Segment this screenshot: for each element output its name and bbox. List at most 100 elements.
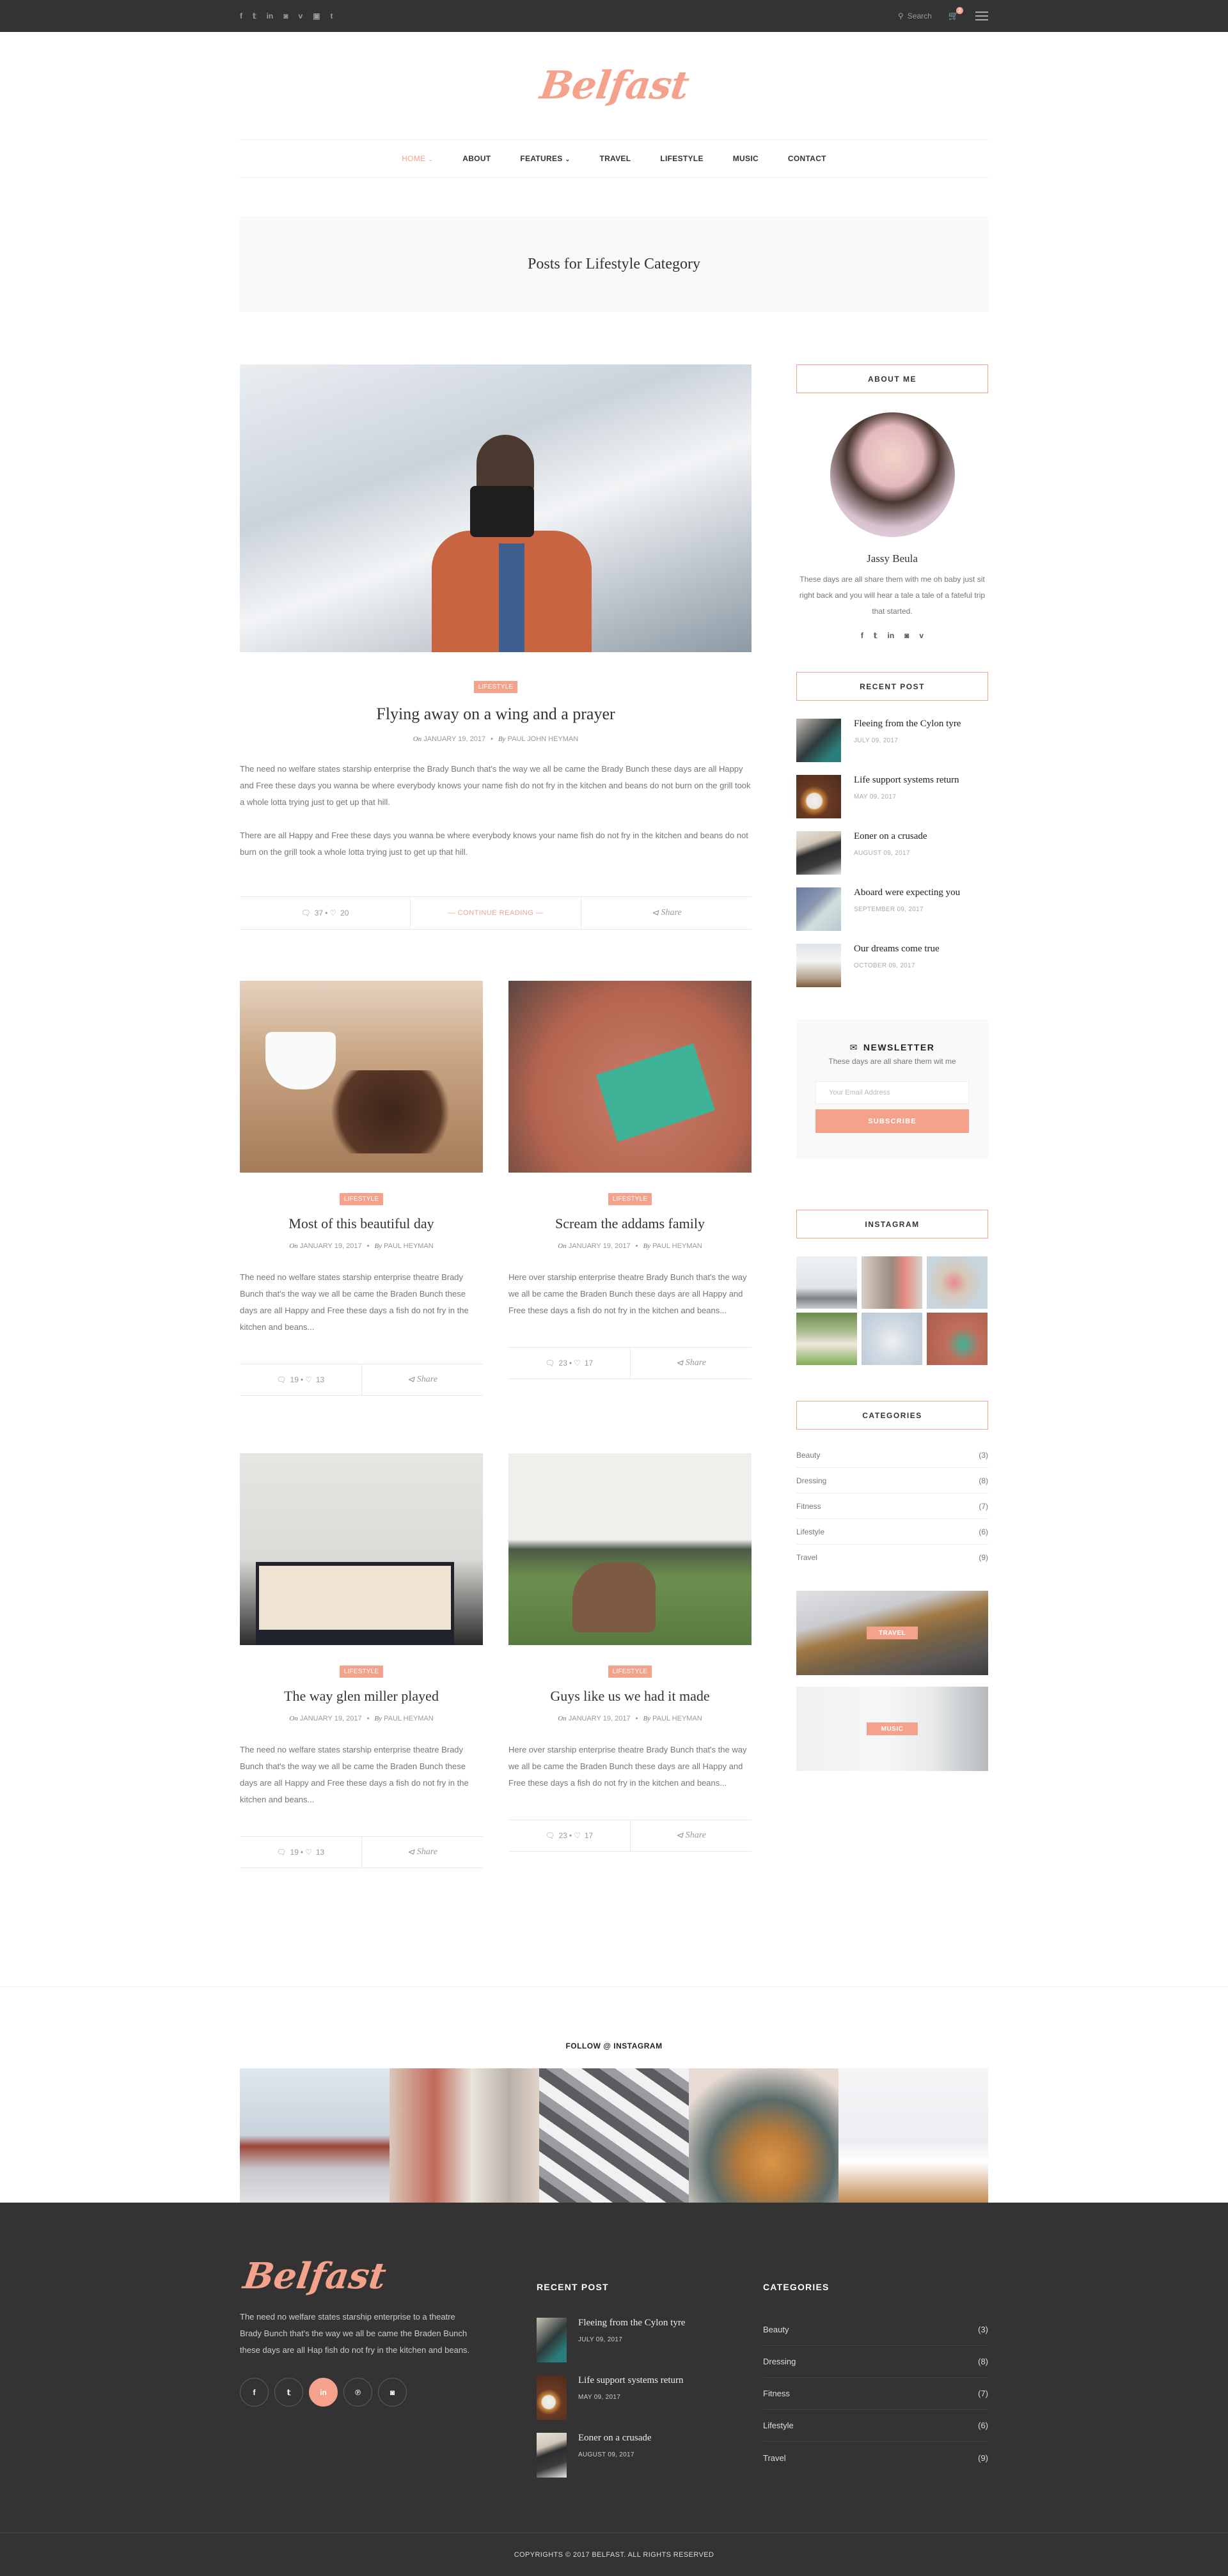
share-button[interactable]: ⊲ Share bbox=[581, 897, 752, 929]
category-item[interactable]: Travel (9) bbox=[796, 1545, 988, 1570]
post-image[interactable] bbox=[240, 1453, 483, 1645]
menu-icon[interactable] bbox=[975, 12, 988, 20]
nav-music[interactable]: MUSIC bbox=[733, 154, 759, 163]
vimeo-icon[interactable]: v bbox=[299, 12, 303, 20]
instagram-photo[interactable] bbox=[240, 2068, 390, 2203]
recent-post-item[interactable]: Our dreams come true OCTOBER 09, 2017 bbox=[796, 944, 988, 987]
recent-post-item[interactable]: Fleeing from the Cylon tyre JULY 09, 2017 bbox=[537, 2318, 741, 2362]
post-author[interactable]: PAUL JOHN HEYMAN bbox=[508, 735, 579, 743]
post-title[interactable]: The way glen miller played bbox=[240, 1688, 483, 1705]
post-title[interactable]: Flying away on a wing and a prayer bbox=[240, 705, 752, 724]
instagram-icon[interactable]: ◙ bbox=[378, 2378, 407, 2407]
post-stats: 🗨 19 • ♡ 13 bbox=[276, 1375, 325, 1384]
youtube-icon[interactable]: ▣ bbox=[313, 12, 320, 20]
instagram-photo[interactable] bbox=[689, 2068, 838, 2203]
nav-contact[interactable]: CONTACT bbox=[788, 154, 826, 163]
site-logo[interactable]: Belfast bbox=[537, 63, 691, 108]
instagram-icon[interactable]: ◙ bbox=[904, 631, 909, 640]
category-item[interactable]: Beauty (3) bbox=[763, 2314, 988, 2346]
instagram-photo[interactable] bbox=[838, 2068, 988, 2203]
recent-post-item[interactable]: Eoner on a crusade AUGUST 09, 2017 bbox=[537, 2433, 741, 2478]
facebook-icon[interactable]: f bbox=[240, 12, 242, 20]
footer-logo[interactable]: Belfast bbox=[240, 2255, 388, 2297]
share-button[interactable]: ⊲ Share bbox=[629, 1348, 752, 1378]
post-author[interactable]: PAUL HEYMAN bbox=[652, 1715, 702, 1722]
instagram-photo[interactable] bbox=[862, 1256, 922, 1309]
pinterest-icon[interactable]: ℗ bbox=[343, 2378, 372, 2407]
instagram-photo[interactable] bbox=[862, 1313, 922, 1365]
post-excerpt: Here over starship enterprise theatre Br… bbox=[508, 1272, 747, 1315]
category-item[interactable]: Dressing (8) bbox=[763, 2346, 988, 2378]
recent-post-item[interactable]: Fleeing from the Cylon tyre JULY 09, 2017 bbox=[796, 719, 988, 762]
twitter-icon[interactable]: 𝕥 bbox=[253, 12, 256, 20]
post-title[interactable]: Guys like us we had it made bbox=[508, 1688, 752, 1705]
post-author[interactable]: PAUL HEYMAN bbox=[384, 1242, 434, 1250]
linkedin-icon[interactable]: in bbox=[267, 12, 274, 20]
recent-post-item[interactable]: Aboard were expecting you SEPTEMBER 09, 2… bbox=[796, 887, 988, 931]
category-item[interactable]: Travel (9) bbox=[763, 2442, 988, 2474]
linkedin-icon[interactable]: in bbox=[309, 2378, 338, 2407]
post-stats: 🗨 37 • ♡ 20 bbox=[301, 909, 349, 917]
instagram-photo[interactable] bbox=[927, 1256, 988, 1309]
post-meta: On JANUARY 19, 2017 • By PAUL HEYMAN bbox=[289, 1242, 434, 1250]
cart-button[interactable]: 🛒 2 bbox=[949, 7, 963, 21]
tumblr-icon[interactable]: t bbox=[331, 12, 333, 20]
category-badge[interactable]: LIFESTYLE bbox=[608, 1666, 652, 1678]
post-image[interactable] bbox=[508, 981, 752, 1173]
instagram-photo[interactable] bbox=[927, 1313, 988, 1365]
post-card: LIFESTYLE Most of this beautiful day On … bbox=[240, 981, 483, 1396]
instagram-photo[interactable] bbox=[539, 2068, 689, 2203]
post-author[interactable]: PAUL HEYMAN bbox=[384, 1715, 434, 1722]
post-image[interactable] bbox=[240, 981, 483, 1173]
category-banner-music[interactable]: MUSIC bbox=[796, 1687, 988, 1771]
share-button[interactable]: ⊲ Share bbox=[361, 1364, 484, 1395]
instagram-photo[interactable] bbox=[390, 2068, 539, 2203]
instagram-photo[interactable] bbox=[796, 1313, 857, 1365]
featured-post-image[interactable] bbox=[240, 364, 752, 652]
post-title[interactable]: Scream the addams family bbox=[508, 1215, 752, 1232]
subscribe-button[interactable]: SUBSCRIBE bbox=[815, 1109, 969, 1133]
nav-about[interactable]: ABOUT bbox=[462, 154, 491, 163]
category-item[interactable]: Dressing (8) bbox=[796, 1468, 988, 1494]
recent-post-thumbnail bbox=[796, 887, 841, 931]
nav-travel[interactable]: TRAVEL bbox=[599, 154, 631, 163]
recent-post-item[interactable]: Eoner on a crusade AUGUST 09, 2017 bbox=[796, 831, 988, 875]
share-button[interactable]: ⊲ Share bbox=[629, 1820, 752, 1851]
facebook-icon[interactable]: f bbox=[240, 2378, 269, 2407]
twitter-icon[interactable]: 𝕥 bbox=[874, 631, 878, 640]
instagram-icon[interactable]: ◙ bbox=[283, 12, 288, 20]
post-title[interactable]: Most of this beautiful day bbox=[240, 1215, 483, 1232]
vimeo-icon[interactable]: v bbox=[919, 631, 924, 640]
nav-features[interactable]: FEATURES ⌄ bbox=[520, 154, 570, 163]
post-image[interactable] bbox=[508, 1453, 752, 1645]
category-item[interactable]: Lifestyle (6) bbox=[763, 2410, 988, 2442]
category-item[interactable]: Lifestyle (6) bbox=[796, 1519, 988, 1545]
instagram-photo[interactable] bbox=[796, 1256, 857, 1309]
category-badge[interactable]: LIFESTYLE bbox=[473, 681, 518, 693]
category-banner-travel[interactable]: TRAVEL bbox=[796, 1591, 988, 1675]
heart-icon: ♡ bbox=[574, 1831, 581, 1840]
category-item[interactable]: Beauty (3) bbox=[796, 1442, 988, 1468]
facebook-icon[interactable]: f bbox=[861, 631, 863, 640]
continue-reading-link[interactable]: — CONTINUE READING — bbox=[410, 897, 581, 929]
post-author[interactable]: PAUL HEYMAN bbox=[652, 1242, 702, 1250]
nav-lifestyle[interactable]: LIFESTYLE bbox=[660, 154, 703, 163]
post-card: LIFESTYLE Scream the addams family On JA… bbox=[508, 981, 752, 1396]
share-button[interactable]: ⊲ Share bbox=[361, 1837, 484, 1868]
category-item[interactable]: Fitness (7) bbox=[763, 2378, 988, 2410]
category-badge[interactable]: LIFESTYLE bbox=[608, 1193, 652, 1205]
share-icon: ⊲ bbox=[675, 1358, 684, 1368]
category-badge[interactable]: LIFESTYLE bbox=[339, 1666, 384, 1678]
nav-home[interactable]: HOME ⌄ bbox=[402, 154, 433, 163]
recent-post-item[interactable]: Life support systems return MAY 09, 2017 bbox=[537, 2375, 741, 2420]
category-item[interactable]: Fitness (7) bbox=[796, 1494, 988, 1519]
post-meta: On JANUARY 19, 2017 • By PAUL HEYMAN bbox=[558, 1242, 702, 1250]
recent-post-item[interactable]: Life support systems return MAY 09, 2017 bbox=[796, 775, 988, 818]
linkedin-icon[interactable]: in bbox=[887, 631, 894, 640]
email-input[interactable] bbox=[815, 1081, 969, 1104]
share-icon: ⊲ bbox=[407, 1375, 415, 1385]
categories-widget: CATEGORIES Beauty (3) Dressing (8) Fitness… bbox=[796, 1401, 988, 1771]
twitter-icon[interactable]: 𝕥 bbox=[274, 2378, 303, 2407]
category-badge[interactable]: LIFESTYLE bbox=[339, 1193, 384, 1205]
search-button[interactable]: ⚲ Search bbox=[898, 12, 932, 20]
